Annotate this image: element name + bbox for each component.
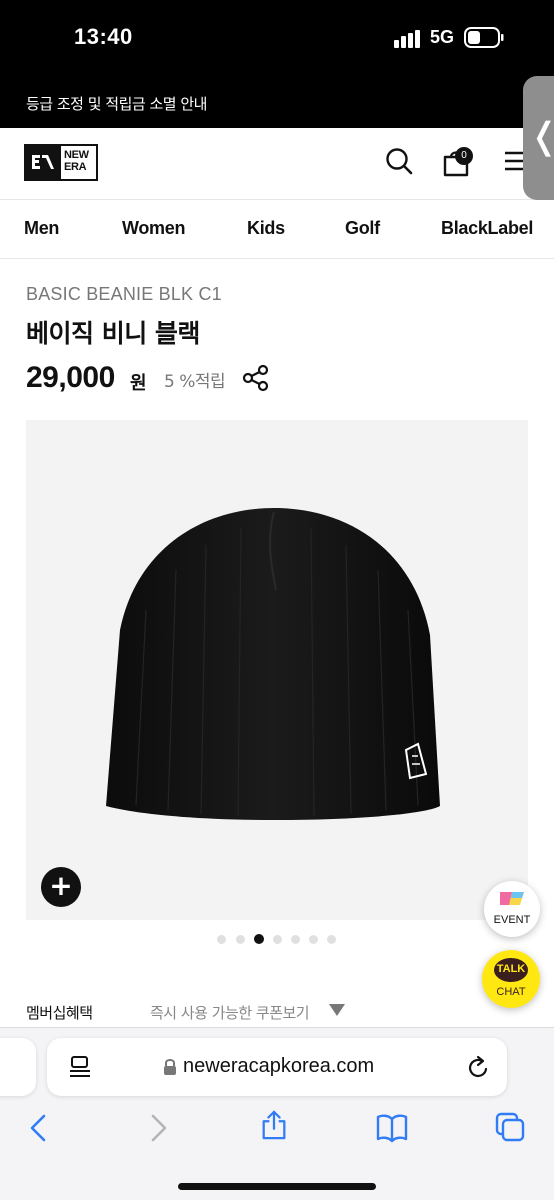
image-pagination xyxy=(217,934,339,944)
pagination-dot[interactable] xyxy=(236,935,245,944)
share-icon[interactable] xyxy=(242,364,270,392)
nav-item-golf[interactable]: Golf xyxy=(345,218,380,239)
event-button[interactable]: EVENT xyxy=(484,881,540,937)
chevron-left-icon: ❬ xyxy=(529,116,554,157)
notice-bar[interactable]: 등급 조정 및 적립금 소멸 안내 xyxy=(0,76,554,128)
reader-mode-icon[interactable] xyxy=(69,1055,91,1079)
beanie-image xyxy=(106,508,440,820)
network-type: 5G xyxy=(430,27,455,47)
nav-item-blacklabel[interactable]: BlackLabel xyxy=(441,218,533,239)
side-panel-handle[interactable]: ❬ xyxy=(523,76,554,200)
pagination-dot[interactable] xyxy=(309,935,318,944)
kakao-talk-chat-button[interactable]: TALK CHAT xyxy=(482,950,540,1008)
nav-item-women[interactable]: Women xyxy=(122,218,185,239)
lock-icon xyxy=(164,1059,176,1075)
event-label: EVENT xyxy=(493,914,531,926)
forward-icon[interactable] xyxy=(143,1113,173,1143)
membership-benefit-label: 멤버십혜택 xyxy=(26,1004,93,1022)
new-era-logo[interactable]: NEW ERA xyxy=(24,144,98,181)
reload-icon[interactable] xyxy=(467,1054,491,1080)
coupon-view-link[interactable]: 즉시 사용 가능한 쿠폰보기 xyxy=(150,1002,310,1023)
cart-count-badge: 0 xyxy=(455,147,473,165)
previous-tab-pill[interactable] xyxy=(0,1038,36,1096)
price-currency: 원 xyxy=(130,373,147,394)
notice-text[interactable]: 등급 조정 및 적립금 소멸 안내 xyxy=(26,93,207,114)
pagination-dot[interactable] xyxy=(291,935,300,944)
address-bar[interactable]: neweracapkorea.com xyxy=(47,1038,507,1096)
pagination-dot[interactable] xyxy=(273,935,282,944)
category-nav: Men Women Kids Golf BlackLabel xyxy=(0,199,554,259)
product-name: 베이직 비니 블랙 xyxy=(26,319,200,348)
chat-bubble-icon: TALK xyxy=(494,958,528,982)
caret-down-icon[interactable] xyxy=(329,1004,345,1016)
back-icon[interactable] xyxy=(24,1113,54,1143)
nav-item-kids[interactable]: Kids xyxy=(247,218,285,239)
plus-icon: + xyxy=(49,869,73,902)
url-text[interactable]: neweracapkorea.com xyxy=(183,1055,374,1078)
search-icon[interactable] xyxy=(384,146,414,176)
new-era-flag-icon xyxy=(500,892,524,905)
product-code: BASIC BEANIE BLK C1 xyxy=(26,284,222,304)
chat-label: CHAT xyxy=(496,986,526,998)
product-image[interactable] xyxy=(26,420,528,920)
pagination-dot[interactable] xyxy=(217,935,226,944)
signal-icon xyxy=(394,30,420,48)
zoom-plus-button[interactable]: + xyxy=(41,867,81,907)
status-time: 13:40 xyxy=(74,24,133,49)
site-header: NEW ERA xyxy=(0,128,554,200)
pagination-dot-active[interactable] xyxy=(254,934,264,944)
bookmarks-icon[interactable] xyxy=(376,1113,408,1143)
tabs-icon[interactable] xyxy=(495,1112,525,1142)
points-rate: 5 %적립 xyxy=(164,372,226,392)
pagination-dot[interactable] xyxy=(327,935,336,944)
share-sheet-icon[interactable] xyxy=(259,1110,289,1140)
home-indicator xyxy=(178,1183,376,1190)
nav-item-men[interactable]: Men xyxy=(24,218,59,239)
status-bar: 13:40 5G xyxy=(0,0,554,76)
flag-icon xyxy=(26,146,61,179)
product-price: 29,000 xyxy=(26,361,115,394)
talk-bubble-text: TALK xyxy=(496,963,526,975)
battery-icon xyxy=(464,27,504,48)
logo-text: NEW ERA xyxy=(64,149,89,173)
